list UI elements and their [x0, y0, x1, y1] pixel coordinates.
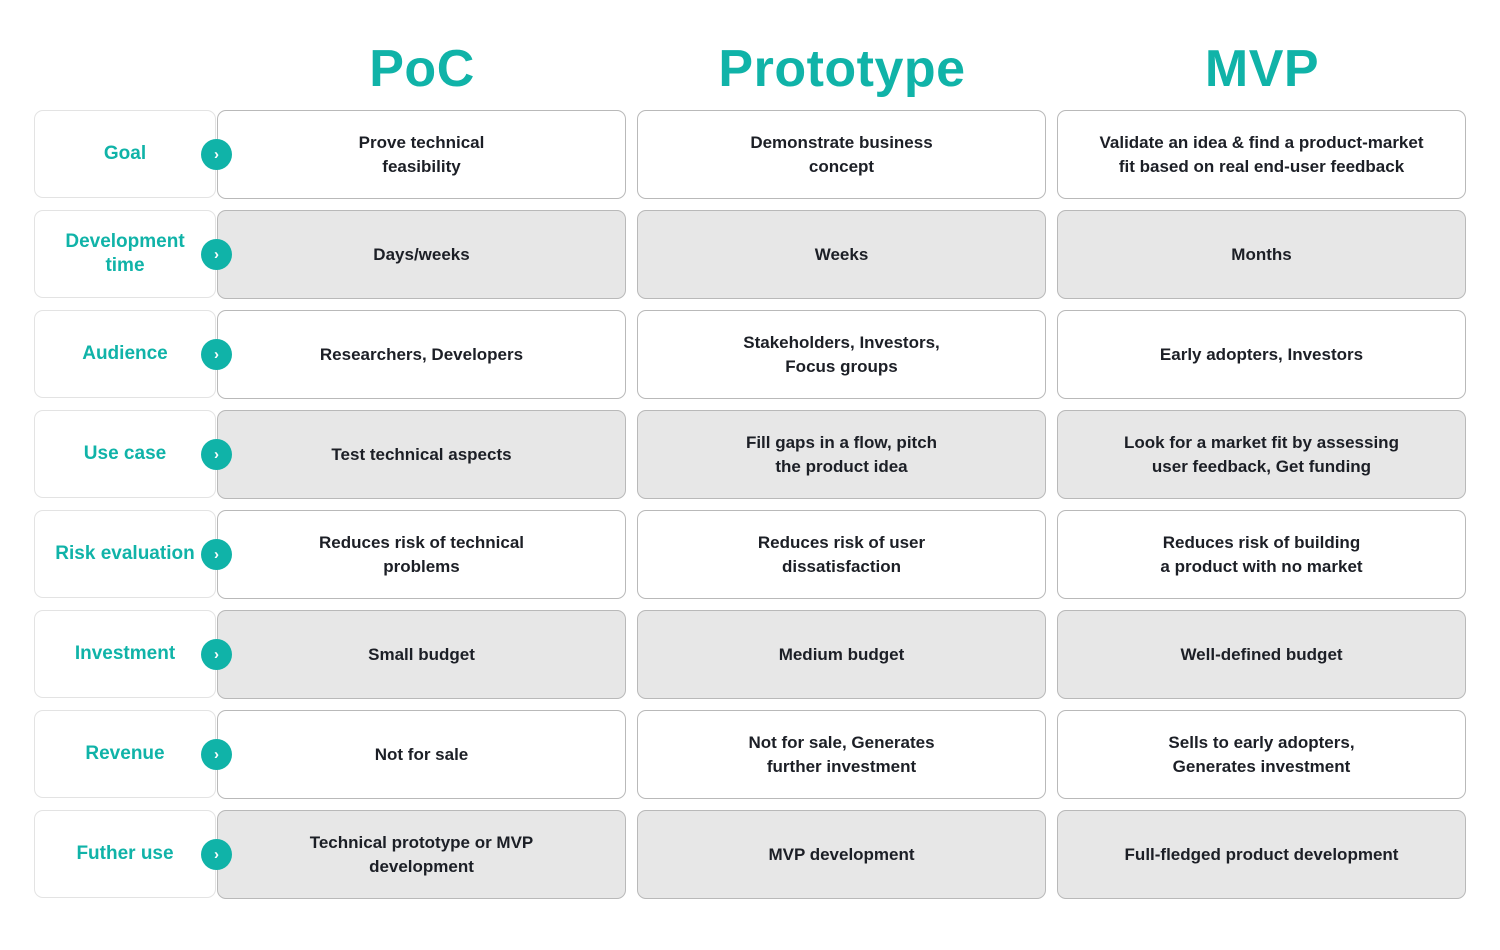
row-label: Development time: [34, 210, 216, 298]
table-cell-poc: Test technical aspects: [217, 410, 626, 499]
table-cell-prototype: Reduces risk of user dissatisfaction: [637, 510, 1046, 599]
table-cell-mvp: Sells to early adopters, Generates inves…: [1057, 710, 1466, 799]
row-label: Audience: [34, 310, 216, 398]
column-header-mvp: MVP: [1204, 40, 1320, 98]
table-cell-poc: Not for sale: [217, 710, 626, 799]
table-cell-poc: Prove technical feasibility: [217, 110, 626, 199]
table-cell-mvp: Validate an idea & find a product-market…: [1057, 110, 1466, 199]
table-row: Futher use › Technical prototype or MVP de…: [0, 810, 1500, 900]
table-row: Development time › Days/weeks Weeks Months: [0, 210, 1500, 300]
row-label: Use case: [34, 410, 216, 498]
table-cell-prototype: MVP development: [637, 810, 1046, 899]
table-row: Audience › Researchers, Developers Stakehol…: [0, 310, 1500, 400]
table-cell-mvp: Months: [1057, 210, 1466, 299]
row-label: Futher use: [34, 810, 216, 898]
table-cell-prototype: Stakeholders, Investors, Focus groups: [637, 310, 1046, 399]
column-header-prototype: Prototype: [718, 40, 966, 98]
row-label: Risk evaluation: [34, 510, 216, 598]
row-label: Goal: [34, 110, 216, 198]
table-cell-poc: Researchers, Developers: [217, 310, 626, 399]
chevron-right-icon: ›: [201, 339, 232, 370]
table-cell-prototype: Medium budget: [637, 610, 1046, 699]
table-cell-poc: Technical prototype or MVP development: [217, 810, 626, 899]
table-cell-mvp: Well-defined budget: [1057, 610, 1466, 699]
chevron-right-icon: ›: [201, 739, 232, 770]
table-row: Investment › Small budget Medium budget Well…: [0, 610, 1500, 700]
chevron-right-icon: ›: [201, 639, 232, 670]
chevron-right-icon: ›: [201, 539, 232, 570]
chevron-right-icon: ›: [201, 239, 232, 270]
table-cell-poc: Small budget: [217, 610, 626, 699]
table-cell-prototype: Weeks: [637, 210, 1046, 299]
table-cell-prototype: Fill gaps in a flow, pitch the product i…: [637, 410, 1046, 499]
chevron-right-icon: ›: [201, 139, 232, 170]
table-cell-mvp: Reduces risk of building a product with …: [1057, 510, 1466, 599]
table-cell-poc: Days/weeks: [217, 210, 626, 299]
table-cell-poc: Reduces risk of technical problems: [217, 510, 626, 599]
table-row: Risk evaluation › Reduces risk of technica…: [0, 510, 1500, 600]
chevron-right-icon: ›: [201, 839, 232, 870]
table-cell-prototype: Not for sale, Generates further investme…: [637, 710, 1046, 799]
table-cell-prototype: Demonstrate business concept: [637, 110, 1046, 199]
column-header-poc: PoC: [369, 40, 475, 98]
table-cell-mvp: Full-fledged product development: [1057, 810, 1466, 899]
table-cell-mvp: Look for a market fit by assessing user …: [1057, 410, 1466, 499]
table-row: Goal › Prove technical feasibility Demonstr…: [0, 110, 1500, 200]
row-label: Investment: [34, 610, 216, 698]
chevron-right-icon: ›: [201, 439, 232, 470]
row-label: Revenue: [34, 710, 216, 798]
table-cell-mvp: Early adopters, Investors: [1057, 310, 1466, 399]
table-row: Revenue › Not for sale Not for sale, Genera…: [0, 710, 1500, 800]
table-row: Use case › Test technical aspects Fill gaps…: [0, 410, 1500, 500]
